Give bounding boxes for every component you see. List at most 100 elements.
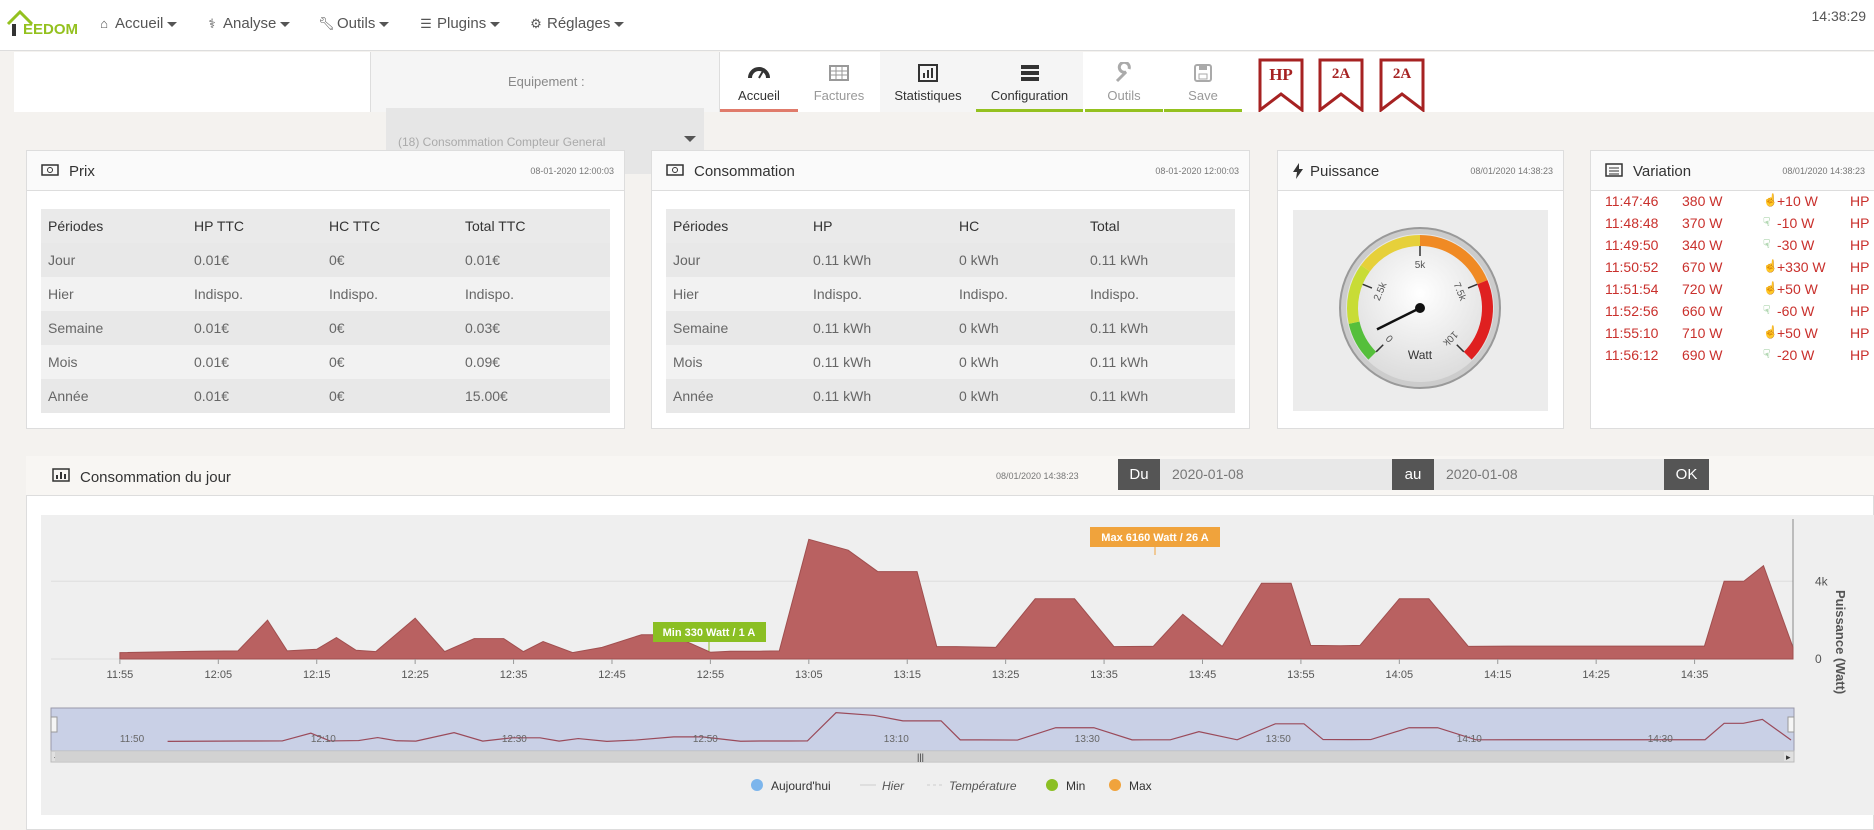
nav-reglages[interactable]: ⚙ Réglages (528, 15, 625, 32)
bar-chart-icon (52, 468, 70, 482)
variation-power: 670 W (1682, 259, 1723, 275)
variation-power: 690 W (1682, 347, 1723, 363)
svg-text:2A: 2A (1393, 66, 1412, 82)
variation-tarif: HP (1850, 193, 1870, 209)
column-header: Total TTC (458, 209, 610, 243)
nav-accueil-label: Accueil (115, 15, 164, 32)
tab-factures[interactable]: Factures (800, 52, 878, 112)
consommation-panel-header: Consommation 08-01-2020 12:00:03 (652, 151, 1249, 191)
variation-delta: -60 W (1777, 303, 1815, 319)
table-cell: Mois (666, 345, 806, 379)
variation-time: 11:48:48 (1605, 215, 1659, 231)
wrench-icon: 🔧︎ (318, 16, 335, 31)
max-annotation: Max 6160 Watt / 26 A (1090, 527, 1220, 555)
min-annotation-label: Min 330 Watt / 1 A (663, 627, 756, 639)
variation-row: 11:47:46 380 W +10 W HP ☝ (1605, 193, 1874, 215)
variation-time: 11:50:52 (1605, 259, 1659, 275)
table-row: Année 0.01€ 0€ 15.00€ (41, 379, 610, 413)
server-icon (1020, 65, 1039, 81)
variation-power: 660 W (1682, 303, 1723, 319)
table-row: Hier Indispo. Indispo. Indispo. (41, 277, 610, 311)
navigator-tick-label: 13:30 (1075, 734, 1100, 745)
table-cell: 0.11 kWh (806, 345, 952, 379)
home-icon: ⌂ (100, 16, 108, 31)
x-tick-label: 14:35 (1681, 669, 1709, 681)
ok-button[interactable]: OK (1664, 459, 1709, 490)
table-cell: 0.01€ (187, 345, 322, 379)
date-from-input[interactable]: 2020-01-08 (1160, 459, 1392, 490)
hand-down-icon: ☟ (1763, 303, 1771, 317)
table-cell: 0.01€ (458, 243, 610, 277)
variation-tarif: HP (1850, 215, 1870, 231)
bar-chart-icon (918, 64, 938, 82)
top-navbar: EEDOM ⌂ Accueil ⚕ Analyse 🔧︎ Outils ☰ Plugin… (0, 0, 1874, 51)
tab-accueil[interactable]: Accueil (720, 52, 798, 112)
ampere-flag-badge: 2A (1379, 58, 1425, 112)
variation-row: 11:50:52 670 W +330 W HP ☝ (1605, 259, 1874, 281)
ampere-flag-badge: 2A (1318, 58, 1364, 112)
column-header: Total (1083, 209, 1235, 243)
table-cell: 0.11 kWh (806, 311, 952, 345)
table-cell: 0.09€ (458, 345, 610, 379)
jeedom-logo[interactable]: EEDOM (6, 8, 79, 40)
tab-save[interactable]: Save (1164, 52, 1242, 112)
hand-up-icon: ☝ (1763, 259, 1778, 273)
scroll-right-arrow-icon: ▸ (1786, 752, 1791, 762)
chart-ylabel: Puissance (Watt) (1833, 590, 1848, 694)
hand-down-icon: ☟ (1763, 347, 1771, 361)
tab-outils[interactable]: Outils (1085, 52, 1163, 112)
table-cell: Indispo. (1083, 277, 1235, 311)
legend-max-marker (1109, 779, 1121, 791)
variation-row: 11:49:50 340 W -30 W HP ☟ (1605, 237, 1874, 259)
variation-tarif: HP (1850, 259, 1870, 275)
variation-delta: -30 W (1777, 237, 1815, 253)
x-tick-label: 12:55 (697, 669, 725, 681)
hp-flag-badge: HP (1258, 58, 1304, 112)
gauge-container: 0 2.5k 5k 7.5k 10k Watt (1293, 210, 1548, 411)
table-cell: 0.11 kWh (1083, 243, 1235, 277)
table-cell: 15.00€ (458, 379, 610, 413)
puissance-panel: Puissance 08/01/2020 14:38:23 0 2.5k 5k 7.5… (1277, 150, 1564, 429)
nav-plugins-label: Plugins (437, 15, 487, 32)
nav-plugins[interactable]: ☰ Plugins (418, 15, 501, 32)
x-tick-label: 13:55 (1287, 669, 1315, 681)
table-cell: Année (41, 379, 187, 413)
variation-time: 11:47:46 (1605, 193, 1659, 209)
nav-outils[interactable]: 🔧︎ Outils (318, 15, 390, 32)
hand-up-icon: ☝ (1763, 325, 1778, 339)
money-icon (666, 164, 684, 176)
table-cell: Semaine (41, 311, 187, 345)
consumption-chart: 11:55 12:05 12:15 12:25 12:35 12:45 12:55 13:05… (50, 519, 1848, 793)
legend-hier: Hier (882, 779, 905, 793)
tab-factures-label: Factures (813, 88, 865, 103)
tab-outils-label: Outils (1107, 88, 1141, 103)
table-cell: 0.11 kWh (806, 243, 952, 277)
nav-accueil[interactable]: ⌂ Accueil (96, 15, 178, 32)
chevron-down-icon (280, 21, 291, 27)
column-header: Périodes (666, 209, 806, 243)
gauge-unit: Watt (1408, 348, 1433, 362)
variation-time: 11:51:54 (1605, 281, 1659, 297)
gauge-tick-label: 5k (1415, 260, 1427, 271)
column-header: Périodes (41, 209, 187, 243)
consommation-jour-date: 08/01/2020 14:38:23 (996, 471, 1079, 481)
table-cell: 0€ (322, 243, 458, 277)
prix-date: 08-01-2020 12:00:03 (530, 166, 614, 176)
tab-configuration[interactable]: Configuration (976, 52, 1083, 112)
puissance-date: 08/01/2020 14:38:23 (1470, 166, 1553, 176)
list-icon: ☰ (420, 16, 432, 31)
money-icon (41, 164, 59, 176)
tab-statistiques[interactable]: Statistiques (880, 52, 976, 112)
prix-table: Périodes HP TTC HC TTC Total TTC Jour 0.0… (41, 209, 610, 413)
tab-save-label: Save (1188, 88, 1218, 103)
nav-analyse[interactable]: ⚕ Analyse (204, 15, 291, 32)
x-tick-label: 13:35 (1090, 669, 1118, 681)
date-to-input[interactable]: 2020-01-08 (1434, 459, 1664, 490)
table-cell: 0.01€ (187, 379, 322, 413)
hand-up-icon: ☝ (1763, 193, 1778, 207)
puissance-title: Puissance (1310, 163, 1380, 180)
table-cell: 0.11 kWh (1083, 345, 1235, 379)
variation-tarif: HP (1850, 237, 1870, 253)
logo-text: EEDOM (23, 21, 79, 38)
nav-outils-label: Outils (337, 15, 376, 32)
